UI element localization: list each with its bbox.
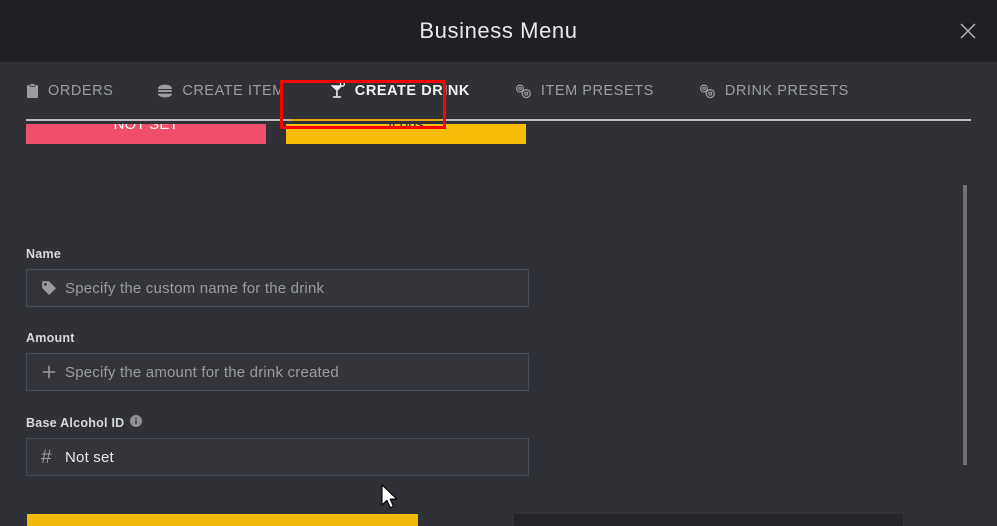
scrollbar-thumb[interactable]: [963, 185, 967, 465]
icons-button[interactable]: Icons: [286, 124, 526, 144]
tab-drink-presets[interactable]: DRINK PRESETS: [676, 62, 871, 119]
base-alcohol-id-value: Not set: [65, 448, 114, 466]
modal-content: ORDERS CREATE ITEM CREATE DRINK ITEM PRE…: [0, 62, 997, 526]
tab-label: CREATE ITEM: [182, 82, 285, 99]
burger-icon: [157, 84, 173, 98]
cogs-icon: [514, 83, 532, 99]
field-base-alcohol-id-label: Base Alcohol ID: [26, 415, 529, 430]
name-input[interactable]: Specify the custom name for the drink: [26, 269, 529, 307]
create-drink-button[interactable]: Create the drink: [27, 514, 418, 526]
amount-input[interactable]: Specify the amount for the drink created: [26, 353, 529, 391]
tab-label: ITEM PRESETS: [540, 82, 654, 99]
clipboard-icon: [26, 82, 39, 99]
close-button[interactable]: [947, 10, 989, 52]
not-set-button-label: NOT SET: [113, 124, 179, 133]
tab-divider: [26, 119, 971, 121]
close-icon: [959, 22, 977, 40]
tab-label: ORDERS: [48, 82, 114, 99]
tab-item-presets[interactable]: ITEM PRESETS: [492, 62, 676, 119]
cogs-icon: [698, 83, 716, 99]
not-set-button[interactable]: NOT SET: [26, 124, 266, 144]
plus-icon: [41, 364, 65, 380]
form-scroll-area: NOT SET Icons Name Specify the custom na…: [0, 124, 997, 526]
name-input-placeholder: Specify the custom name for the drink: [65, 279, 325, 297]
field-name: Name Specify the custom name for the dri…: [26, 247, 529, 307]
field-base-alcohol-id: Base Alcohol ID # Not set: [26, 415, 529, 476]
partial-button-row: NOT SET Icons: [26, 124, 526, 144]
tab-create-item[interactable]: CREATE ITEM: [135, 62, 306, 119]
amount-input-placeholder: Specify the amount for the drink created: [65, 363, 339, 381]
tab-label: CREATE DRINK: [354, 82, 470, 99]
tab-create-drink[interactable]: CREATE DRINK: [307, 62, 492, 119]
window-title: Business Menu: [419, 18, 578, 43]
tab-orders[interactable]: ORDERS: [26, 62, 135, 119]
field-amount-label: Amount: [26, 331, 75, 345]
field-name-label: Name: [26, 247, 62, 261]
hash-icon: #: [41, 446, 52, 468]
info-icon[interactable]: [130, 415, 143, 430]
tab-label: DRINK PRESETS: [724, 82, 849, 99]
window-titlebar: Business Menu: [0, 0, 997, 63]
tab-bar: ORDERS CREATE ITEM CREATE DRINK ITEM PRE…: [0, 62, 997, 124]
tag-icon: [41, 280, 65, 296]
add-drink-preset-button[interactable]: Add this drink as an preset: [514, 514, 903, 526]
active-tab-underline: [290, 119, 442, 121]
field-amount: Amount Specify the amount for the drink …: [26, 331, 529, 391]
base-alcohol-id-input[interactable]: # Not set: [26, 438, 529, 476]
icons-button-label: Icons: [388, 124, 424, 133]
cocktail-icon: [329, 82, 346, 99]
